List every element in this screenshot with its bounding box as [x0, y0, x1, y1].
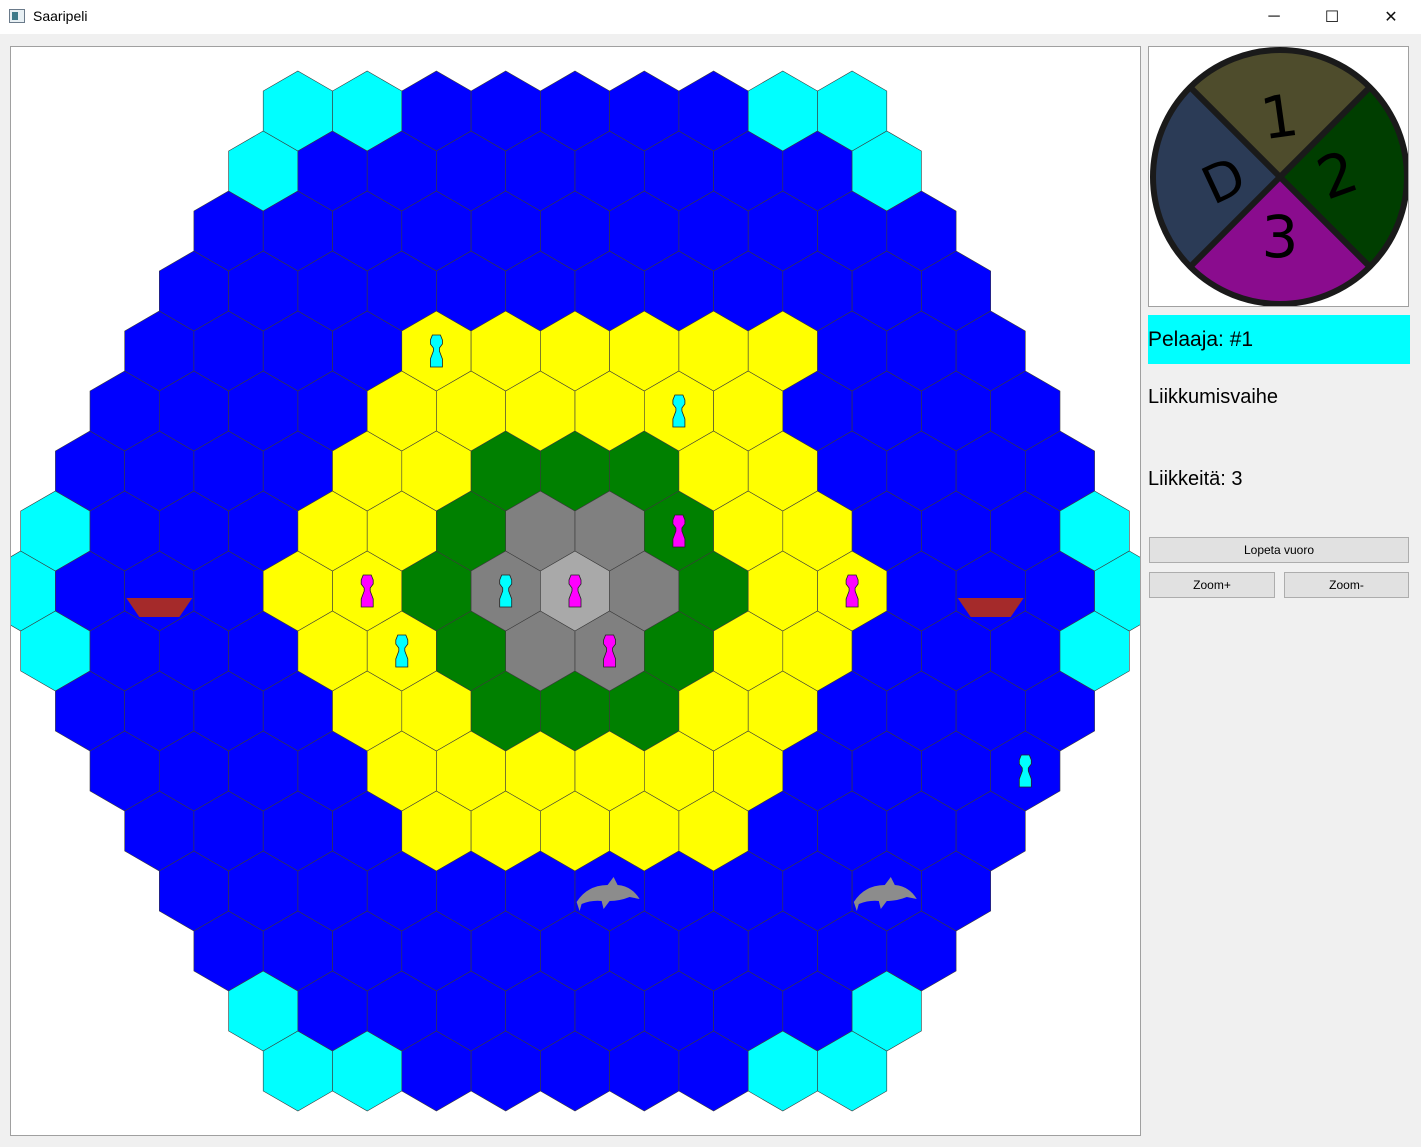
- zoom-in-button[interactable]: Zoom+: [1149, 572, 1275, 598]
- wheel-panel: 1 2 3 D: [1148, 46, 1410, 307]
- phase-label: Liikkumisvaihe: [1148, 386, 1279, 408]
- current-player-label: Pelaaja: #1: [1148, 315, 1410, 364]
- hex-map[interactable]: [11, 47, 1141, 1136]
- maximize-button[interactable]: ☐: [1303, 0, 1361, 34]
- window-title: Saaripeli: [33, 8, 88, 24]
- title-bar: Saaripeli ─ ☐ ✕: [0, 0, 1421, 34]
- wheel-label-3: 3: [1262, 203, 1299, 271]
- moves-left-label: Liikkeitä: 3: [1148, 468, 1243, 490]
- app-icon: [9, 9, 25, 23]
- game-board[interactable]: [10, 46, 1141, 1136]
- zoom-out-button[interactable]: Zoom-: [1284, 572, 1409, 598]
- wheel-graphic: 1 2 3 D: [1150, 47, 1410, 307]
- minimize-button[interactable]: ─: [1245, 0, 1303, 34]
- close-button[interactable]: ✕: [1362, 0, 1420, 34]
- end-turn-button[interactable]: Lopeta vuoro: [1149, 537, 1409, 563]
